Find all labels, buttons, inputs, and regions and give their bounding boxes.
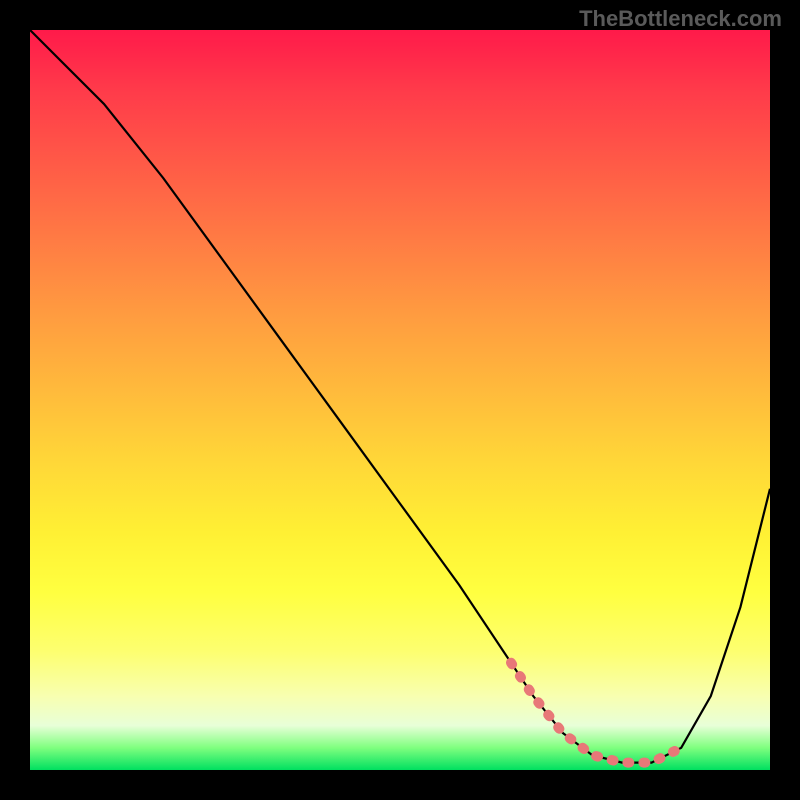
plot-area (30, 30, 770, 770)
chart-svg (30, 30, 770, 770)
optimal-range-highlight (511, 663, 681, 763)
bottleneck-curve (30, 30, 770, 763)
watermark-text: TheBottleneck.com (579, 6, 782, 32)
